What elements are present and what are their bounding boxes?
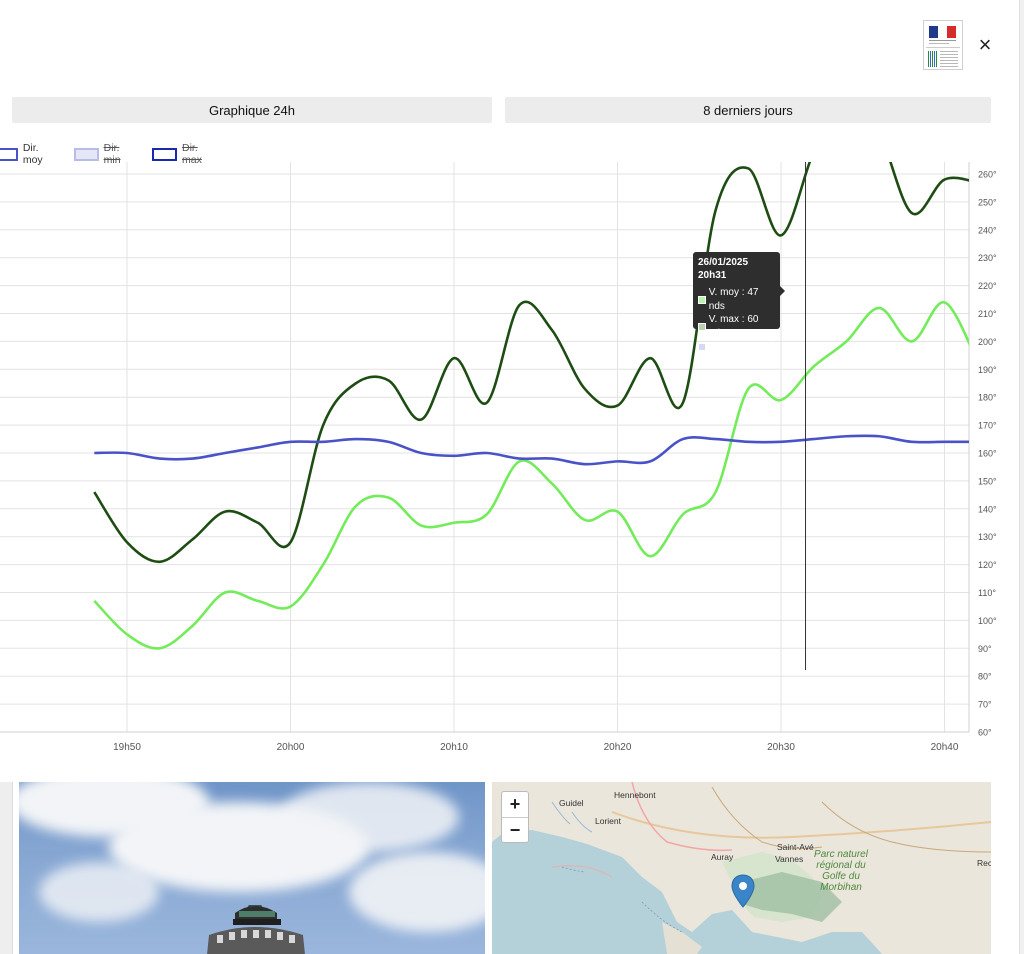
y-tick-label: 80° (978, 672, 992, 682)
y-tick-label: 220° (978, 281, 997, 291)
tab-graphique-24h[interactable]: Graphique 24h (12, 97, 492, 123)
legend-swatch (74, 147, 99, 161)
y-tick-label: 230° (978, 253, 997, 263)
tooltip-swatch (698, 342, 706, 351)
y-tick-label: 70° (978, 700, 992, 710)
tooltip-swatch (698, 322, 706, 331)
y-tick-label: 110° (978, 588, 996, 598)
map-label-auray: Auray (711, 852, 734, 862)
legend-swatch (152, 147, 177, 161)
previous-panel-edge (0, 782, 13, 954)
y-tick-label: 210° (978, 309, 997, 319)
y-tick-label: 90° (978, 644, 992, 654)
tooltip-row-v-moy: V. moy : 47 nds (698, 286, 775, 313)
y-tick-label: 140° (978, 504, 997, 514)
series-line-2 (94, 434, 969, 466)
page-scrollbar[interactable] (1019, 0, 1024, 954)
tooltip-swatch (698, 295, 706, 304)
x-tick-label: 20h40 (931, 742, 959, 753)
map-label-hennebont: Hennebont (614, 790, 656, 800)
location-map[interactable]: Guidel Hennebont Lorient Auray Saint-Avé… (492, 782, 991, 954)
y-tick-label: 250° (978, 197, 997, 207)
y-tick-label: 200° (978, 337, 997, 347)
y-tick-label: 190° (978, 365, 997, 375)
map-label-rec: Rec (977, 858, 991, 868)
close-icon[interactable]: × (974, 34, 996, 56)
y-tick-label: 160° (978, 449, 997, 459)
y-tick-label: 180° (978, 393, 997, 403)
y-tick-label: 120° (978, 560, 997, 570)
x-tick-label: 20h30 (767, 742, 795, 753)
x-tick-label: 20h20 (604, 742, 632, 753)
map-zoom-control: + − (501, 791, 529, 843)
series-line-1 (93, 301, 969, 650)
tab-8-derniers-jours[interactable]: 8 derniers jours (505, 97, 991, 123)
x-tick-label: 19h50 (113, 742, 141, 753)
location-pin-icon[interactable] (731, 874, 755, 908)
tab-label: Graphique 24h (208, 102, 295, 118)
tooltip-date: 26/01/2025 (698, 257, 749, 268)
chart-tooltip: 26/01/2025 20h31 V. moy : 47 nds V. max … (693, 252, 785, 352)
y-tick-label: 260° (978, 170, 997, 180)
x-tick-label: 20h00 (277, 742, 305, 753)
y-tick-label: 240° (978, 225, 997, 235)
map-park-label: Parc naturel régional du Golfe du Morbih… (814, 849, 868, 893)
series-line-0 (93, 162, 969, 564)
map-label-guidel: Guidel (559, 798, 584, 808)
zoom-out-button[interactable]: − (502, 818, 528, 843)
republique-francaise-logo-icon (923, 20, 963, 70)
y-tick-label: 100° (978, 616, 997, 626)
lighthouse-tower-icon (207, 905, 305, 954)
tooltip-row-v-max: V. max : 60 nds (698, 313, 775, 340)
tooltip-value: V. max : 60 nds (708, 314, 759, 339)
y-tick-label: 150° (978, 476, 997, 486)
x-tick-label: 20h10 (440, 742, 468, 753)
tooltip-value: Dir. moy : 165° (709, 341, 775, 352)
tooltip-time: 20h31 (698, 270, 727, 281)
page: { "header": { "close_label": "×", "logo_… (0, 0, 1024, 954)
tab-label: 8 derniers jours (703, 102, 793, 118)
tooltip-row-dir-moy: Dir. moy : 165° (698, 340, 775, 354)
tooltip-value: V. moy : 47 nds (708, 287, 759, 312)
zoom-in-button[interactable]: + (502, 792, 528, 818)
y-tick-label: 130° (978, 532, 997, 542)
map-label-lorient: Lorient (595, 816, 621, 826)
legend-swatch (0, 147, 18, 161)
map-label-vannes: Vannes (775, 854, 804, 864)
y-tick-label: 170° (978, 421, 997, 431)
wind-chart[interactable]: 60° 70° 80° 90° 100° 110° 120° 130° 140° 150° 160°… (0, 160, 1010, 760)
y-tick-label: 60° (978, 728, 992, 738)
